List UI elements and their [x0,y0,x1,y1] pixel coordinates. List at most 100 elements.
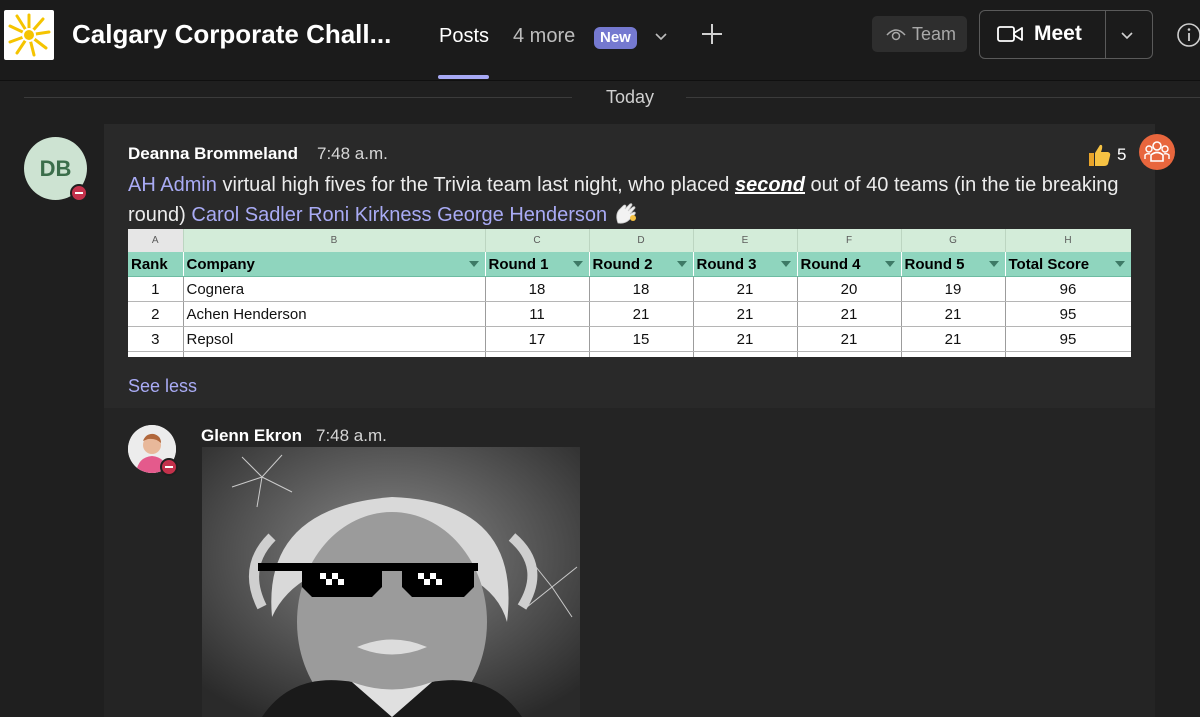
table-header-company: Company [183,252,486,277]
table-row: 3 Repsol 17 15 21 21 21 95 [128,326,1131,352]
thumbs-up-icon [1089,144,1111,166]
score-table: A B C D E F G H Rank Company Round 1 Rou… [128,229,1131,357]
meet-button-label: Meet [1034,22,1082,45]
team-button[interactable]: Team [872,16,967,52]
see-less-link[interactable]: See less [128,376,197,397]
message-emphasis: second [734,174,805,196]
table-cell: 21 [589,301,694,327]
tab-posts[interactable]: Posts [439,25,489,48]
table-header-row: Rank Company Round 1 Round 2 Round 3 Rou… [128,252,1131,277]
table-cell: 1 [128,276,184,302]
spreadsheet-image[interactable]: A B C D E F G H Rank Company Round 1 Rou… [128,229,1131,357]
table-cell: 11 [485,301,590,327]
table-cell: 21 [693,301,798,327]
table-header-total: Total Score [1005,252,1131,277]
table-row: 2 Achen Henderson 11 21 21 21 21 95 [128,301,1131,327]
table-cell [797,351,902,357]
table-header-round1: Round 1 [485,252,590,277]
table-cell: 95 [1005,301,1131,327]
column-letter: D [589,229,694,252]
table-cell [183,351,486,357]
column-letter: A [128,229,184,252]
table-cell: Achen Henderson [183,301,486,327]
info-icon[interactable] [1176,22,1200,48]
reaction-count: 5 [1117,145,1127,164]
table-header-round3: Round 3 [693,252,798,277]
column-letter: B [183,229,486,252]
table-row-cut-off [128,351,1131,357]
message-author[interactable]: Deanna Brommeland [128,144,298,164]
table-cell: 21 [797,326,902,352]
group-mention-icon[interactable] [1139,134,1175,170]
filter-icon [780,261,791,267]
filter-icon [884,261,895,267]
header-label: Total Score [1008,255,1090,273]
column-letter: E [693,229,798,252]
table-cell: 18 [589,276,694,302]
date-divider-label: Today [606,87,655,107]
mention-george-henderson[interactable]: George Henderson [437,204,607,226]
table-cell: 19 [901,276,1006,302]
table-cell: 15 [589,326,694,352]
presence-busy-icon [160,458,178,476]
new-badge: New [594,27,637,49]
team-title: Calgary Corporate Chall... [72,19,392,49]
table-cell [693,351,798,357]
table-cell [128,351,184,357]
table-cell: 20 [797,276,902,302]
table-header-round4: Round 4 [797,252,902,277]
table-cell: 3 [128,326,184,352]
channel-header: Calgary Corporate Chall... Posts 4 more … [0,0,1200,81]
filter-icon [1114,261,1125,267]
active-tab-indicator [438,75,489,79]
mention-ah-admin[interactable]: AH Admin [128,174,217,196]
video-camera-icon [997,26,1023,42]
header-label: Round 4 [800,255,861,273]
table-cell: 96 [1005,276,1131,302]
header-label: Round 1 [488,255,549,273]
header-label: Round 5 [904,255,965,273]
table-cell: 21 [901,301,1006,327]
add-tab-icon[interactable] [700,22,724,46]
date-divider-line-right [686,97,1200,98]
column-letter-row: A B C D E F G H [128,229,1131,252]
filter-icon [468,261,479,267]
table-cell: Cognera [183,276,486,302]
reply-author[interactable]: Glenn Ekron [201,426,302,446]
table-cell [589,351,694,357]
reply-time: 7:48 a.m. [316,426,387,445]
table-cell [901,351,1006,357]
header-label: Round 3 [696,255,757,273]
message-text-part1: virtual high fives for the Trivia team l… [216,174,735,196]
mention-roni-kirkness[interactable]: Roni Kirkness [308,204,431,226]
message-body: AH Admin virtual high fives for the Triv… [128,170,1133,230]
meet-button[interactable]: Meet [979,10,1153,59]
sunburst-logo-icon [8,13,51,57]
table-cell: 21 [901,326,1006,352]
presence-busy-icon [70,184,88,202]
filter-icon [572,261,583,267]
gif-image[interactable] [202,447,580,717]
table-cell [485,351,590,357]
team-logo[interactable] [4,10,54,60]
date-divider-line-left [24,97,572,98]
message-time: 7:48 a.m. [317,144,388,163]
chevron-down-icon[interactable] [653,28,669,44]
table-header-rank: Rank [128,252,184,277]
filter-icon [988,261,999,267]
table-cell: 17 [485,326,590,352]
column-letter: H [1005,229,1131,252]
people-group-icon [1144,141,1170,162]
mention-carol-sadler[interactable]: Carol Sadler [191,204,302,226]
table-cell: 95 [1005,326,1131,352]
table-cell [1005,351,1131,357]
table-cell: 21 [693,276,798,302]
filter-icon [676,261,687,267]
tab-more[interactable]: 4 more [513,25,575,48]
table-cell: 21 [797,301,902,327]
eye-icon [886,29,906,41]
header-label: Rank [131,255,168,273]
column-letter: F [797,229,902,252]
meet-options-chevron-icon[interactable] [1119,27,1135,43]
column-letter: G [901,229,1006,252]
